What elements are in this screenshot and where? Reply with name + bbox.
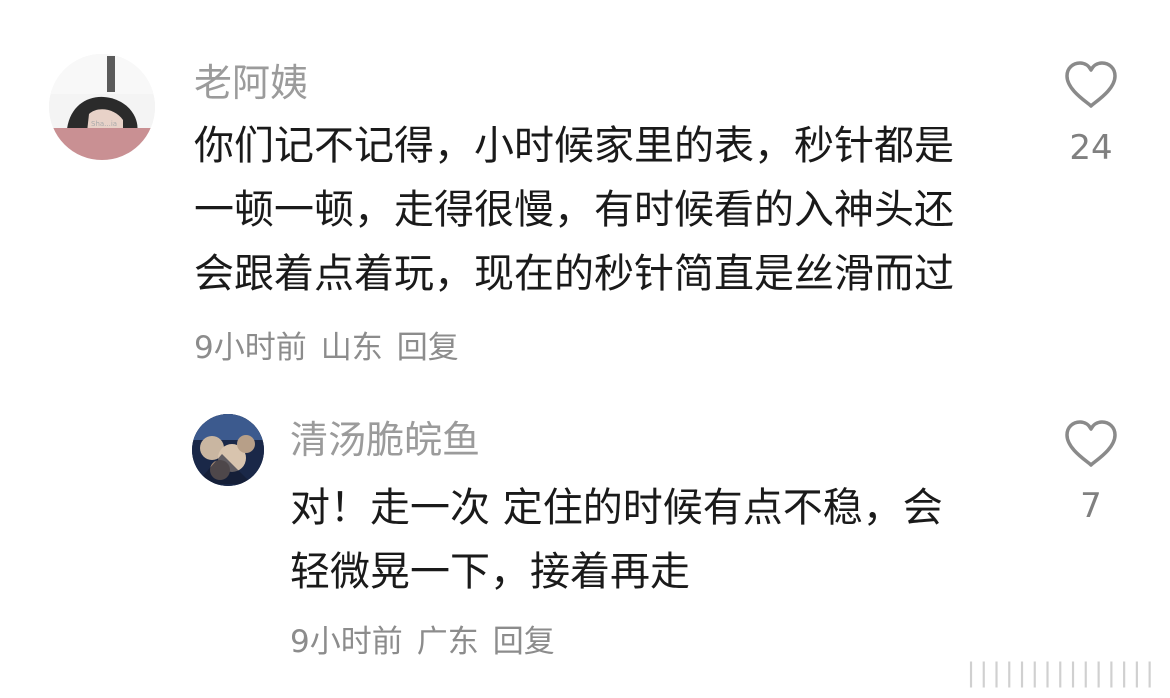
- comment-meta: 9小时前 山东 回复: [194, 328, 473, 368]
- avatar-caption: Sha...ia: [91, 120, 117, 128]
- comment-text-line: 你们记不记得，小时候家里的表，秒针都是: [194, 123, 954, 169]
- reply-text-line: 轻微晃一下，接着再走: [290, 549, 690, 595]
- reply-time: 9小时前: [290, 624, 403, 660]
- like-button[interactable]: [1063, 419, 1119, 471]
- like-button[interactable]: [1063, 60, 1119, 112]
- avatar-image: Sha...ia: [49, 54, 155, 160]
- reply-text: 对！走一次 定住的时候有点不稳，会 轻微晃一下，接着再走: [290, 476, 943, 604]
- comment-text-line: 一顿一顿，走得很慢，有时候看的入神头还: [194, 187, 954, 233]
- avatar-image: [192, 414, 264, 486]
- comment-text: 你们记不记得，小时候家里的表，秒针都是 一顿一顿，走得很慢，有时候看的入神头还 …: [194, 114, 954, 306]
- comment-item: Sha...ia 老阿姨 你们记不记得，小时候家里的表，秒针都是 一顿一顿，走得…: [0, 0, 1170, 400]
- reply-location: 广东: [416, 624, 479, 660]
- heart-icon: [1065, 61, 1117, 108]
- like-count: 7: [1080, 486, 1102, 526]
- watermark: |||||||||||||||: [966, 658, 1158, 688]
- comment-time: 9小时前: [194, 330, 307, 366]
- comment-text-line: 会跟着点着玩，现在的秒针简直是丝滑而过: [194, 251, 954, 297]
- reply-username[interactable]: 清汤脆皖鱼: [290, 417, 480, 463]
- reply-item: 清汤脆皖鱼 对！走一次 定住的时候有点不稳，会 轻微晃一下，接着再走 9小时前广…: [0, 400, 1170, 698]
- like-count: 24: [1069, 128, 1113, 168]
- comment-location: 山东: [320, 330, 383, 366]
- reply-button[interactable]: 回复: [397, 330, 459, 366]
- heart-icon: [1065, 420, 1117, 467]
- reply-button[interactable]: 回复: [493, 624, 555, 660]
- avatar[interactable]: Sha...ia: [49, 54, 155, 160]
- reply-meta: 9小时前 广东 回复: [290, 622, 569, 662]
- comment-username[interactable]: 老阿姨: [194, 60, 308, 106]
- avatar[interactable]: [192, 414, 264, 486]
- reply-text-line: 对！走一次 定住的时候有点不稳，会: [290, 485, 943, 531]
